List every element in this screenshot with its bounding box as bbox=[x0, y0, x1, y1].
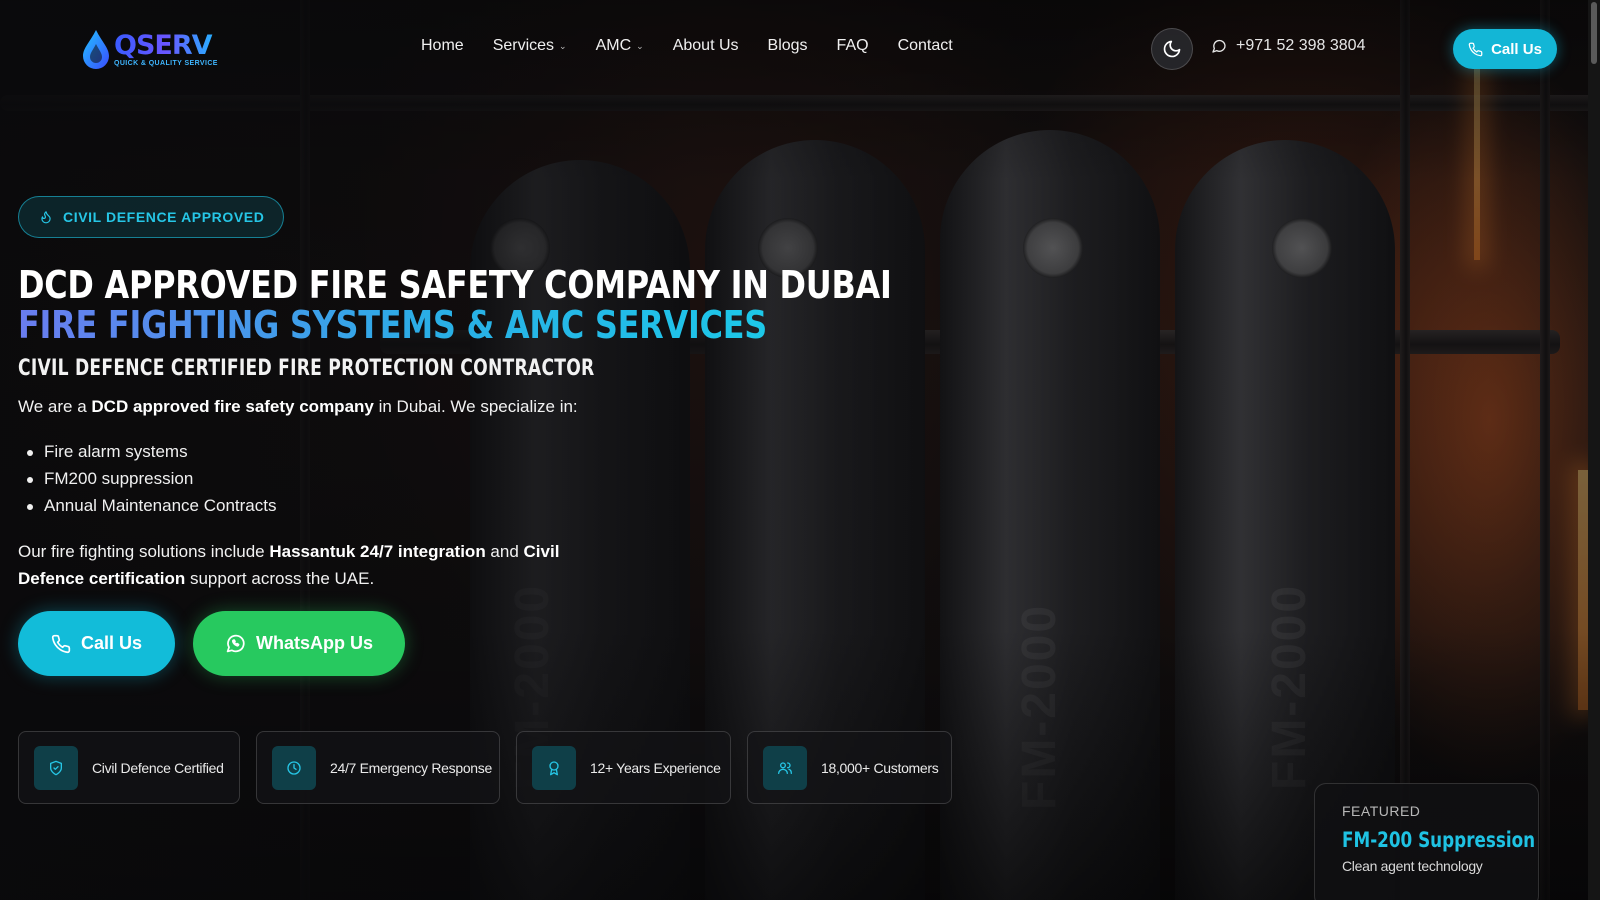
para-text: and bbox=[485, 542, 524, 561]
nav-blogs[interactable]: Blogs bbox=[768, 37, 808, 55]
header-call-label: Call Us bbox=[1491, 40, 1542, 58]
nav-blogs-label: Blogs bbox=[767, 37, 808, 54]
moon-icon bbox=[1163, 40, 1181, 58]
main-nav: Home Services ⌄ AMC ⌄ About Us Blogs FAQ C… bbox=[421, 37, 982, 55]
nav-faq-label: FAQ bbox=[836, 37, 869, 54]
nav-faq[interactable]: FAQ bbox=[837, 37, 869, 55]
specialties-list: Fire alarm systems FM200 suppression Ann… bbox=[26, 442, 276, 523]
hero-intro: We are a DCD approved fire safety compan… bbox=[18, 397, 578, 417]
stat-label: Civil Defence Certified bbox=[92, 759, 224, 776]
flame-icon bbox=[41, 211, 51, 224]
stat-label: 18,000+ Customers bbox=[821, 759, 939, 776]
intro-text-end: in Dubai. We specialize in: bbox=[373, 397, 578, 416]
nav-services[interactable]: Services ⌄ bbox=[493, 37, 567, 55]
nav-home-label: Home bbox=[421, 37, 464, 54]
para-text: Our fire fighting solutions include bbox=[18, 542, 270, 561]
scrollbar-thumb[interactable] bbox=[1591, 2, 1597, 64]
nav-contact[interactable]: Contact bbox=[898, 37, 953, 55]
hero-title: DCD APPROVED FIRE SAFETY COMPANY IN DUBA… bbox=[18, 263, 892, 307]
header-phone-link[interactable]: +971 52 398 3804 bbox=[1211, 37, 1365, 55]
stat-label: 24/7 Emergency Response bbox=[330, 759, 492, 776]
hero-whatsapp-label: WhatsApp Us bbox=[256, 633, 373, 653]
chevron-down-icon: ⌄ bbox=[559, 40, 567, 51]
hero-call-button[interactable]: Call Us bbox=[18, 611, 175, 676]
hero-call-label: Call Us bbox=[80, 633, 143, 653]
stat-card: 24/7 Emergency Response bbox=[256, 731, 500, 804]
chat-bubble-icon bbox=[1212, 39, 1226, 53]
award-icon bbox=[532, 745, 576, 790]
stat-card: Civil Defence Certified bbox=[18, 731, 240, 804]
header-call-button[interactable]: Call Us bbox=[1453, 29, 1557, 69]
phone-icon bbox=[51, 634, 71, 653]
site-header: QSERV QUICK & QUALITY SERVICE Home Servi… bbox=[0, 0, 1600, 96]
nav-amc-label: AMC bbox=[595, 37, 632, 54]
logo-wordmark: QSERV bbox=[114, 32, 218, 59]
users-icon bbox=[763, 745, 807, 790]
intro-bold: DCD approved fire safety company bbox=[91, 397, 374, 416]
nav-amc[interactable]: AMC ⌄ bbox=[596, 37, 644, 55]
chevron-down-icon: ⌄ bbox=[636, 40, 644, 51]
hero-title-highlight: FIRE FIGHTING SYSTEMS & AMC SERVICES bbox=[18, 303, 768, 347]
stat-card: 12+ Years Experience bbox=[516, 731, 731, 804]
nav-about-us[interactable]: About Us bbox=[673, 37, 739, 55]
intro-text: We are a bbox=[18, 397, 92, 416]
nav-services-label: Services bbox=[492, 37, 555, 54]
featured-title: FM-200 Suppression bbox=[1342, 828, 1536, 852]
civil-defence-badge: CIVIL DEFENCE APPROVED bbox=[18, 196, 285, 238]
featured-subtitle: Clean agent technology bbox=[1342, 858, 1483, 874]
badge-label: CIVIL DEFENCE APPROVED bbox=[63, 209, 265, 225]
para-bold-hassantuk: Hassantuk 24/7 integration bbox=[269, 542, 486, 561]
qserv-logo[interactable]: QSERV QUICK & QUALITY SERVICE bbox=[80, 26, 234, 72]
page-scrollbar[interactable] bbox=[1588, 0, 1600, 900]
para-text: support across the UAE. bbox=[185, 569, 375, 588]
whatsapp-icon bbox=[226, 634, 245, 653]
nav-home[interactable]: Home bbox=[421, 37, 464, 55]
clock-icon bbox=[272, 745, 316, 790]
nav-contact-label: Contact bbox=[897, 37, 953, 54]
water-drop-logo-icon bbox=[80, 28, 112, 70]
nav-about-label: About Us bbox=[672, 37, 739, 54]
list-item: Annual Maintenance Contracts bbox=[26, 496, 276, 523]
logo-tagline: QUICK & QUALITY SERVICE bbox=[114, 59, 218, 67]
shield-check-icon bbox=[34, 745, 78, 790]
stat-card: 18,000+ Customers bbox=[747, 731, 952, 804]
list-item: FM200 suppression bbox=[26, 469, 276, 496]
featured-kicker: FEATURED bbox=[1342, 803, 1421, 819]
stat-label: 12+ Years Experience bbox=[590, 759, 721, 776]
featured-card[interactable]: FEATURED FM-200 Suppression Clean agent … bbox=[1314, 783, 1539, 900]
header-phone-number: +971 52 398 3804 bbox=[1236, 37, 1366, 54]
theme-toggle-button[interactable] bbox=[1151, 28, 1193, 70]
phone-icon bbox=[1468, 42, 1483, 56]
hero-paragraph: Our fire fighting solutions include Hass… bbox=[18, 538, 628, 592]
list-item: Fire alarm systems bbox=[26, 442, 276, 469]
hero-subtitle: CIVIL DEFENCE CERTIFIED FIRE PROTECTION … bbox=[18, 356, 595, 381]
hero-whatsapp-button[interactable]: WhatsApp Us bbox=[193, 611, 405, 676]
